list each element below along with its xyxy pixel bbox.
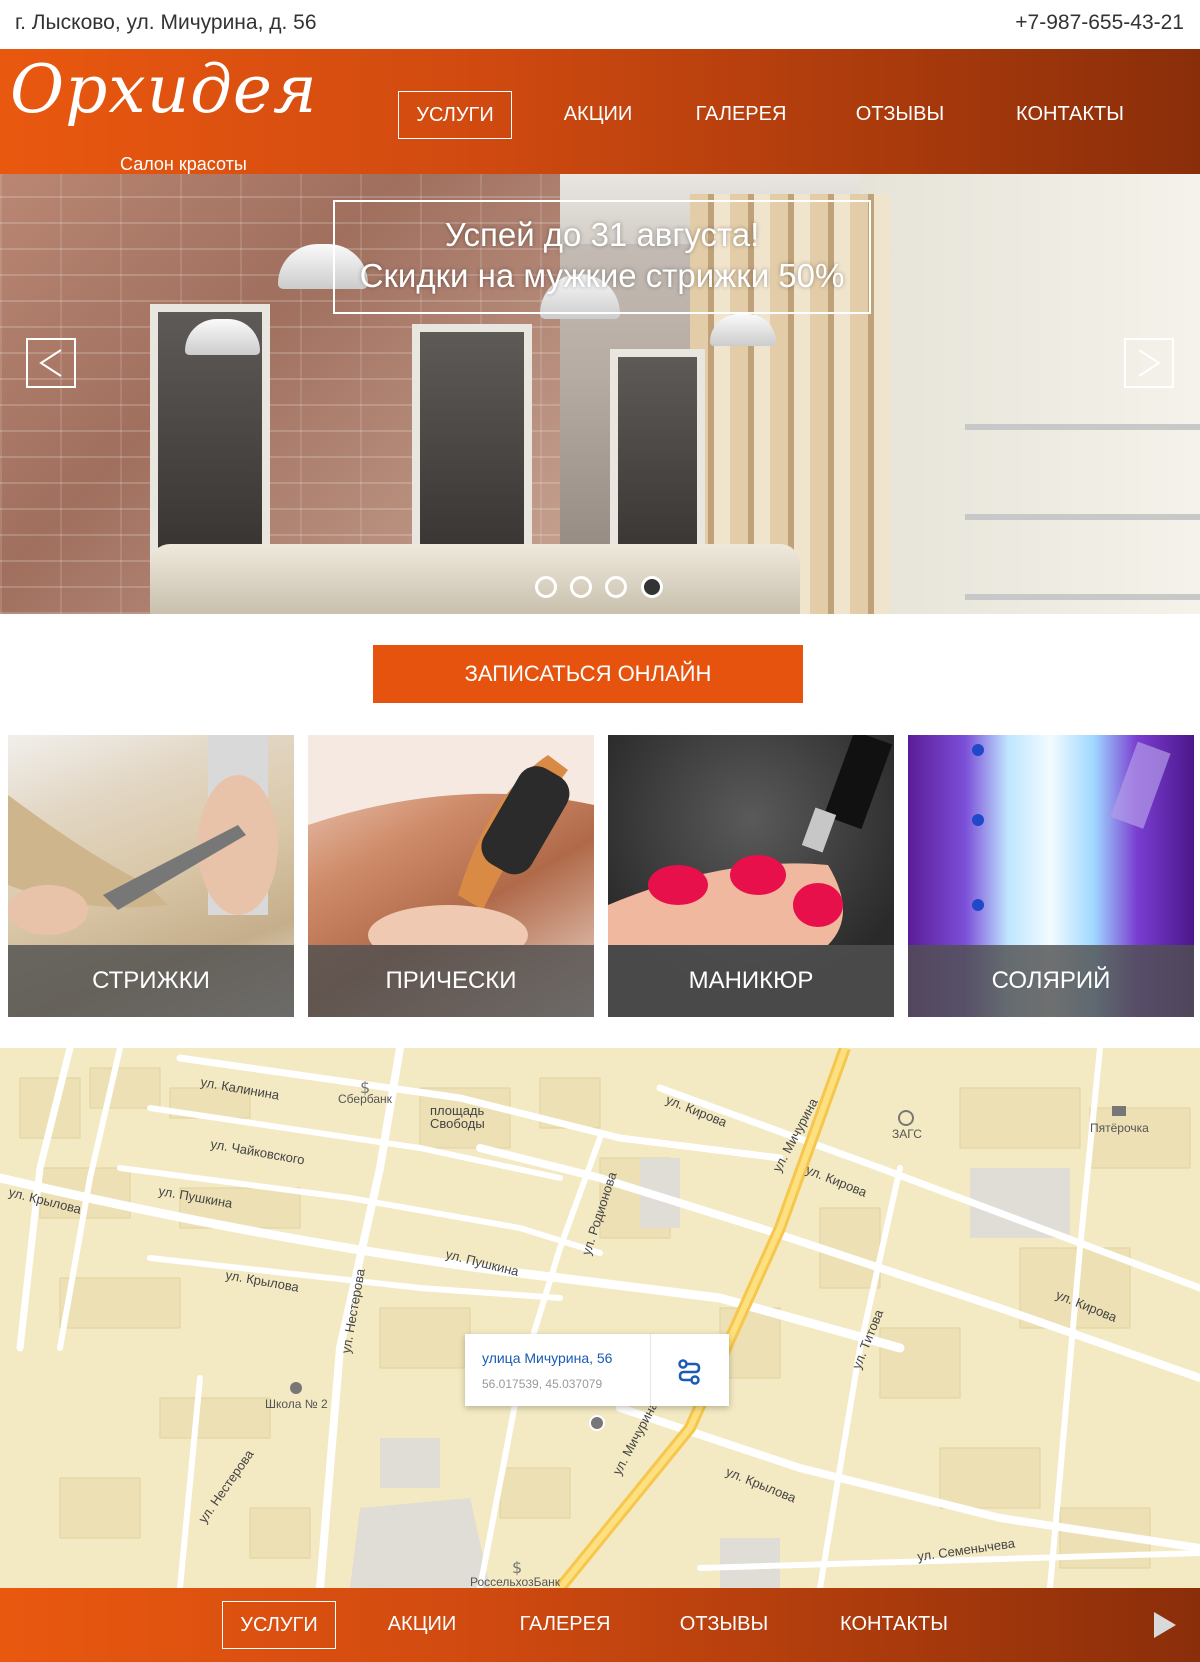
hero-shelf-wall [860, 174, 1200, 614]
footer-item-services[interactable]: УСЛУГИ [222, 1601, 336, 1649]
top-contact-bar: г. Лысково, ул. Мичурина, д. 56 +7-987-6… [0, 0, 1200, 49]
street-label: ул. Кирова [804, 1162, 870, 1200]
service-tile-hairstyles[interactable]: ПРИЧЕСКИ [308, 735, 594, 1017]
registry-icon [898, 1110, 914, 1126]
hero-shelf [965, 594, 1200, 600]
route-icon[interactable] [675, 1358, 703, 1386]
address-text: г. Лысково, ул. Мичурина, д. 56 [15, 11, 317, 34]
footer-nav: УСЛУГИ АКЦИИ ГАЛЕРЕЯ ОТЗЫВЫ КОНТАКТЫ [0, 1588, 1200, 1662]
hero-chairs [150, 544, 800, 614]
slider-dots [535, 576, 675, 600]
hero-slider: Успей до 31 августа! Скидки на мужкие ст… [0, 174, 1200, 614]
poi-label: Школа № 2 [265, 1397, 328, 1411]
main-nav: УСЛУГИ АКЦИИ ГАЛЕРЕЯ ОТЗЫВЫ КОНТАКТЫ [0, 91, 1200, 139]
solarium-photo [972, 741, 1171, 911]
location-marker-icon[interactable] [589, 1415, 605, 1431]
logo-tagline: Салон красоты [120, 154, 247, 174]
promo-line-2: Скидки на мужкие стрижки 50% [359, 257, 845, 294]
nav-item-promotions[interactable]: АКЦИИ [548, 91, 648, 139]
footer-item-gallery[interactable]: ГАЛЕРЕЯ [512, 1601, 618, 1649]
street-label: ул. Крылова [724, 1464, 799, 1506]
slider-next-button[interactable] [1124, 338, 1174, 388]
manicure-photo [608, 735, 893, 945]
phone-link[interactable]: +7-987-655-43-21 [1015, 11, 1184, 35]
book-online-button[interactable]: ЗАПИСАТЬСЯ ОНЛАЙН [373, 645, 803, 703]
haircut-photo [8, 735, 278, 935]
service-tile-label: ПРИЧЕСКИ [308, 945, 594, 1017]
slider-dot[interactable] [535, 576, 557, 598]
nav-item-contacts[interactable]: КОНТАКТЫ [1010, 91, 1130, 139]
hero-shelf [965, 424, 1200, 430]
popup-address[interactable]: улица Мичурина, 56 [482, 1350, 612, 1366]
map-canvas[interactable]: ул. Калинина Сбербанк площадь Свободы ул… [0, 1048, 1200, 1588]
service-tile-label: СОЛЯРИЙ [908, 945, 1194, 1017]
nav-item-services[interactable]: УСЛУГИ [398, 91, 512, 139]
service-tile-manicure[interactable]: МАНИКЮР [608, 735, 894, 1017]
shop-cart-icon [1112, 1106, 1126, 1116]
popup-divider [650, 1334, 651, 1406]
poi-label: ЗАГС [892, 1127, 922, 1141]
promo-line-1: Успей до 31 августа! [444, 216, 760, 253]
chevron-right-icon [1138, 349, 1161, 377]
poi-label: Пятёрочка [1090, 1121, 1149, 1135]
footer-item-reviews[interactable]: ОТЗЫВЫ [674, 1601, 774, 1649]
hero-shelf [965, 514, 1200, 520]
school-icon [290, 1382, 302, 1394]
location-map[interactable]: ул. Калинина Сбербанк площадь Свободы ул… [0, 1048, 1200, 1588]
promo-banner: Успей до 31 августа! Скидки на мужкие ст… [333, 200, 871, 314]
play-icon[interactable] [1152, 1610, 1178, 1640]
site-header: Орхидея Салон красоты УСЛУГИ АКЦИИ ГАЛЕР… [0, 49, 1200, 174]
slider-dot[interactable] [605, 576, 627, 598]
nav-item-reviews[interactable]: ОТЗЫВЫ [850, 91, 950, 139]
service-tile-solarium[interactable]: СОЛЯРИЙ [908, 735, 1194, 1017]
street-label: ул. Нестерова [195, 1446, 257, 1525]
nav-item-gallery[interactable]: ГАЛЕРЕЯ [688, 91, 794, 139]
slider-prev-button[interactable] [26, 338, 76, 388]
hairstyle-photo [308, 735, 594, 965]
footer-item-contacts[interactable]: КОНТАКТЫ [834, 1601, 954, 1649]
footer-item-promotions[interactable]: АКЦИИ [372, 1601, 472, 1649]
service-tile-label: СТРИЖКИ [8, 945, 294, 1017]
chevron-left-icon [39, 349, 62, 377]
street-label: ул. Чайковского [209, 1136, 305, 1167]
map-location-popup[interactable]: улица Мичурина, 56 56.017539, 45.037079 [465, 1334, 729, 1406]
service-tile-haircuts[interactable]: СТРИЖКИ [8, 735, 294, 1017]
bank-icon: $ [512, 1558, 522, 1577]
service-tile-label: МАНИКЮР [608, 945, 894, 1017]
popup-coordinates: 56.017539, 45.037079 [482, 1377, 603, 1391]
slider-dot-active[interactable] [641, 576, 663, 598]
street-label: ул. Пушкина [444, 1246, 521, 1279]
poi-label: Свободы [430, 1116, 485, 1131]
slider-dot[interactable] [570, 576, 592, 598]
bank-icon: $ [360, 1078, 370, 1097]
